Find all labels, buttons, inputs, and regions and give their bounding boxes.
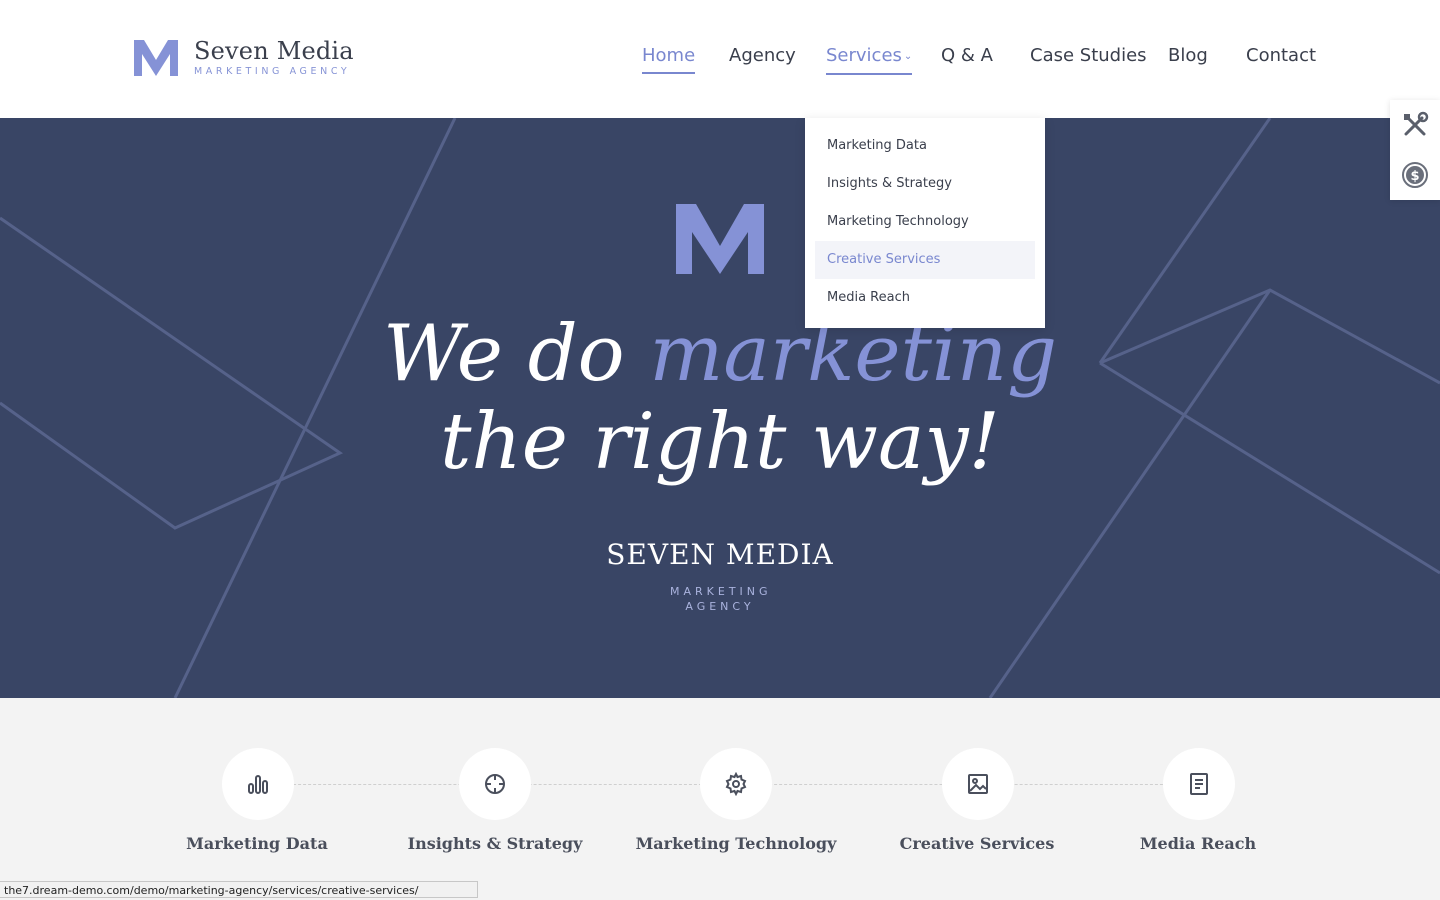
hero-brand-name: SEVEN MEDIA (606, 538, 834, 571)
hero-headline-part1: We do (382, 309, 625, 399)
dropdown-item-marketing-data[interactable]: Marketing Data (815, 127, 1035, 165)
nav-item-contact[interactable]: Contact (1246, 44, 1316, 68)
browser-status-url: the7.dream-demo.com/demo/marketing-agenc… (0, 881, 478, 898)
tools-icon[interactable] (1400, 110, 1430, 140)
gear-icon[interactable] (700, 748, 772, 820)
crosshair-icon[interactable] (459, 748, 531, 820)
hero-brand-tagline: MARKETING AGENCY (670, 585, 772, 613)
hero-section: We do marketing the right way! SEVEN MED… (0, 118, 1440, 698)
dropdown-item-creative-services[interactable]: Creative Services (815, 241, 1035, 279)
bar-chart-icon[interactable] (222, 748, 294, 820)
nav-item-qa[interactable]: Q & A (941, 44, 993, 68)
service-label-marketing-technology[interactable]: Marketing Technology (616, 834, 856, 853)
side-tools-panel: $ (1390, 100, 1440, 200)
nav-item-services-label: Services (826, 45, 902, 66)
site-header: Seven Media MARKETING AGENCY Home Agency… (0, 0, 1440, 118)
hero-headline-line1: We do marketing (0, 310, 1440, 398)
chevron-down-icon: ⌄ (903, 51, 913, 62)
nav-item-case-studies[interactable]: Case Studies (1030, 44, 1147, 68)
hero-headline-line2: the right way! (440, 397, 1000, 487)
services-strip: Marketing Data Insights & Strategy Marke… (0, 698, 1440, 900)
nav-item-home[interactable]: Home (642, 44, 696, 74)
service-label-insights-strategy[interactable]: Insights & Strategy (375, 834, 615, 853)
dropdown-item-media-reach[interactable]: Media Reach (815, 279, 1035, 317)
nav-item-agency[interactable]: Agency (729, 44, 796, 68)
service-label-creative-services[interactable]: Creative Services (857, 834, 1097, 853)
hero-m-logo-icon (676, 204, 764, 274)
nav-item-services[interactable]: Services ⌄ (826, 44, 913, 75)
nav-item-blog[interactable]: Blog (1168, 44, 1208, 68)
svg-text:$: $ (1410, 169, 1419, 184)
dropdown-item-insights-strategy[interactable]: Insights & Strategy (815, 165, 1035, 203)
dropdown-item-marketing-technology[interactable]: Marketing Technology (815, 203, 1035, 241)
main-nav: Home Agency Services ⌄ Q & A Case Studies… (0, 0, 1440, 118)
image-icon[interactable] (942, 748, 1014, 820)
dollar-coin-icon[interactable]: $ (1400, 160, 1430, 190)
document-icon[interactable] (1163, 748, 1235, 820)
service-label-marketing-data[interactable]: Marketing Data (137, 834, 377, 853)
services-dropdown-menu: Marketing Data Insights & Strategy Marke… (805, 118, 1045, 328)
service-label-media-reach[interactable]: Media Reach (1078, 834, 1318, 853)
